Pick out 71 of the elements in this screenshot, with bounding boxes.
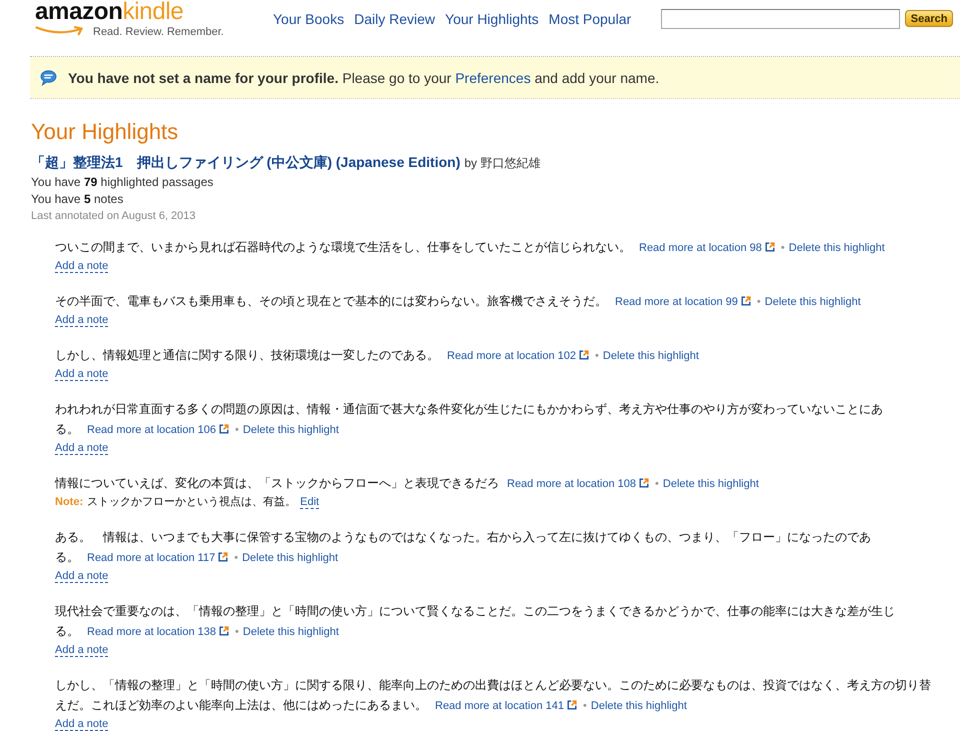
highlight-text: しかし、「情報の整理」と「時間の使い方」に関する限り、能率向上のための出費はほとんど必要ない。このために必要なものは、投資ではなく、考え方の切り替 (55, 677, 931, 694)
stat-text: You have 79 highlighted passages (31, 174, 214, 191)
read-more-link[interactable]: Read more at location 106 (87, 424, 230, 436)
external-link-icon (639, 478, 650, 488)
read-more-link[interactable]: Read more at location 99 (615, 296, 751, 308)
separator: • (756, 296, 761, 308)
delete-highlight-link[interactable]: Delete this highlight (242, 552, 338, 564)
separator: • (655, 478, 659, 490)
add-note-link[interactable]: Add a note (55, 314, 108, 327)
highlight-text: その半面で、電車もバスも乗用車も、その頃と現在とで基本的には変わらない。旅客機でさえそうだ。 (55, 294, 607, 308)
highlight-text: 情報についていえば、変化の本質は、「ストックからフローへ」と表現できるだろ (55, 476, 499, 490)
preferences-link[interactable]: Preferences (455, 70, 531, 86)
search-button[interactable]: Search (905, 10, 954, 27)
separator: • (583, 700, 587, 712)
nav-link[interactable]: Most Popular (548, 10, 632, 28)
highlight-text: る。 (55, 422, 79, 436)
edit-note-link[interactable]: Edit (300, 496, 320, 509)
highlight-text: る。 (55, 624, 79, 638)
page-title: Your Highlights (31, 119, 180, 145)
highlight-text: しかし、情報処理と通信に関する限り、技術環境は一変したのである。 (55, 348, 439, 362)
external-link-icon (219, 626, 230, 636)
last-annotated-text: Last annotated on August 6, 2013 (31, 209, 197, 224)
separator: • (235, 626, 239, 638)
add-note-link[interactable]: Add a note (55, 570, 108, 583)
nav-link[interactable]: Daily Review (354, 10, 436, 28)
separator: • (235, 424, 239, 436)
read-more-link[interactable]: Read more at location 141 (435, 700, 578, 712)
delete-highlight-link[interactable]: Delete this highlight (590, 700, 687, 712)
book-title-link[interactable]: 「超」整理法1 押出しファイリング (中公文庫) (Japanese Edition) (31, 154, 460, 170)
external-link-icon (764, 242, 775, 252)
speech-bubble-icon (40, 70, 57, 86)
add-note-link[interactable]: Add a note (55, 644, 108, 657)
highlight-text: ついこの間まで、いまから見れば石器時代のような環境で生活をし、仕事をしていたことが信じられない。 (55, 240, 631, 254)
search-field[interactable] (661, 9, 900, 29)
separator: • (595, 350, 599, 362)
notice-message: You have not set a name for your profile. Please go to your Preferences and add your name. (68, 68, 660, 86)
add-note-link[interactable]: Add a note (55, 260, 108, 273)
add-note-link[interactable]: Add a note (55, 368, 108, 381)
add-note-link[interactable]: Add a note (55, 718, 108, 731)
logo-tagline: Read. Review. Remember. (93, 25, 224, 39)
separator: • (234, 552, 238, 564)
highlight-text: われわれが日常直面する多くの問題の原因は、情報・通信面で甚大な条件変化が生じたにもかかわらず、考え方や仕事のやり方が変わっていないことにあ (55, 401, 883, 418)
read-more-link[interactable]: Read more at location 98 (639, 242, 775, 254)
external-link-icon (219, 424, 230, 434)
logo-wordmark[interactable]: amazonkindle (35, 0, 184, 24)
note-label: Note: (55, 496, 84, 508)
external-link-icon (740, 296, 751, 306)
nav-link[interactable]: Your Books (273, 10, 344, 28)
delete-highlight-link[interactable]: Delete this highlight (788, 242, 885, 254)
external-link-icon (218, 552, 228, 562)
read-more-link[interactable]: Read more at location 102 (447, 350, 590, 362)
separator: • (780, 242, 785, 254)
note-text: ストックかフローかという視点は、有益。 (87, 496, 296, 508)
external-link-icon (579, 350, 590, 360)
book-author: by 野口悠紀雄 (464, 156, 540, 170)
highlight-text: えだ。これほど効率のよい能率向上法は、他にはめったにあるまい。 (55, 698, 427, 712)
highlight-text: ある。 情報は、いつまでも大事に保管する宝物のようなものではなくなった。右から入って左に抜けてゆくもの、つまり、「フロー」になったのであ (55, 529, 871, 546)
delete-highlight-link[interactable]: Delete this highlight (662, 478, 759, 490)
delete-highlight-link[interactable]: Delete this highlight (242, 626, 339, 638)
highlight-text: る。 (55, 550, 79, 564)
nav-link[interactable]: Your Highlights (445, 10, 539, 28)
highlight-text: 現代社会で重要なのは、「情報の整理」と「時間の使い方」について賢くなることだ。この二つをうまくできるかどうかで、仕事の能率には大きな差が生じ (55, 603, 895, 620)
add-note-link[interactable]: Add a note (55, 442, 108, 455)
read-more-link[interactable]: Read more at location 108 (507, 478, 650, 490)
delete-highlight-link[interactable]: Delete this highlight (242, 424, 339, 436)
read-more-link[interactable]: Read more at location 138 (87, 626, 230, 638)
external-link-icon (567, 700, 578, 710)
delete-highlight-link[interactable]: Delete this highlight (764, 296, 861, 308)
stat-text: You have 5 notes (31, 191, 124, 208)
delete-highlight-link[interactable]: Delete this highlight (602, 350, 699, 362)
read-more-link[interactable]: Read more at location 117 (87, 552, 228, 564)
